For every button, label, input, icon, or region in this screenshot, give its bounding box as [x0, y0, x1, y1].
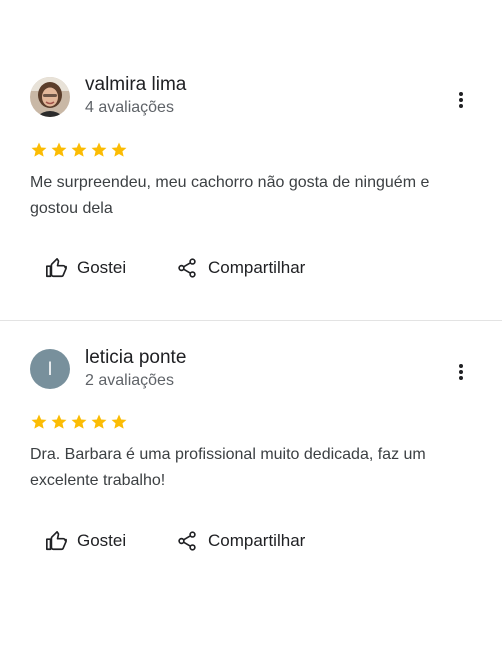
review-actions: Gostei Compartilhar — [0, 521, 502, 561]
reviewer-review-count: 4 avaliações — [85, 99, 174, 116]
star-icon — [31, 414, 47, 429]
star-icon — [91, 142, 107, 157]
more-vert-icon — [459, 364, 463, 380]
reviewer-name[interactable]: leticia ponte — [85, 347, 186, 369]
reviewer-name[interactable]: valmira lima — [85, 74, 186, 96]
review-text: Me surpreendeu, meu cachorro não gosta d… — [30, 174, 430, 217]
star-icon — [51, 142, 67, 157]
star-icon — [91, 414, 107, 429]
star-icon — [71, 414, 87, 429]
review-actions: Gostei Compartilhar — [0, 248, 502, 288]
star-icon — [111, 142, 127, 157]
like-label: Gostei — [77, 531, 127, 550]
like-button[interactable]: Gostei — [45, 521, 126, 561]
star-rating — [30, 413, 128, 431]
more-options-button[interactable] — [446, 357, 476, 387]
avatar[interactable]: l — [30, 349, 70, 389]
review-text: Dra. Barbara é uma profissional muito de… — [30, 446, 426, 489]
share-icon — [178, 531, 196, 551]
review-card: valmira lima 4 avaliações Me surpreendeu… — [0, 0, 502, 321]
more-vert-icon — [459, 92, 463, 108]
thumb-up-icon — [46, 531, 67, 551]
reviewer-photo — [30, 77, 70, 117]
avatar-letter: l — [48, 358, 52, 379]
star-icon — [51, 414, 67, 429]
star-icon — [31, 142, 47, 157]
like-label: Gostei — [77, 258, 127, 277]
star-rating — [30, 141, 128, 159]
like-button[interactable]: Gostei — [45, 248, 126, 288]
share-label: Compartilhar — [208, 258, 306, 277]
avatar[interactable] — [30, 77, 70, 117]
thumb-up-icon — [46, 258, 67, 278]
share-icon — [178, 258, 196, 278]
star-icon — [71, 142, 87, 157]
star-icon — [111, 414, 127, 429]
review-card: l leticia ponte 2 avaliações Dra. Barbar… — [0, 321, 502, 645]
more-options-button[interactable] — [446, 85, 476, 115]
share-label: Compartilhar — [208, 531, 306, 550]
share-button[interactable]: Compartilhar — [176, 248, 305, 288]
reviewer-review-count: 2 avaliações — [85, 372, 174, 389]
share-button[interactable]: Compartilhar — [176, 521, 305, 561]
